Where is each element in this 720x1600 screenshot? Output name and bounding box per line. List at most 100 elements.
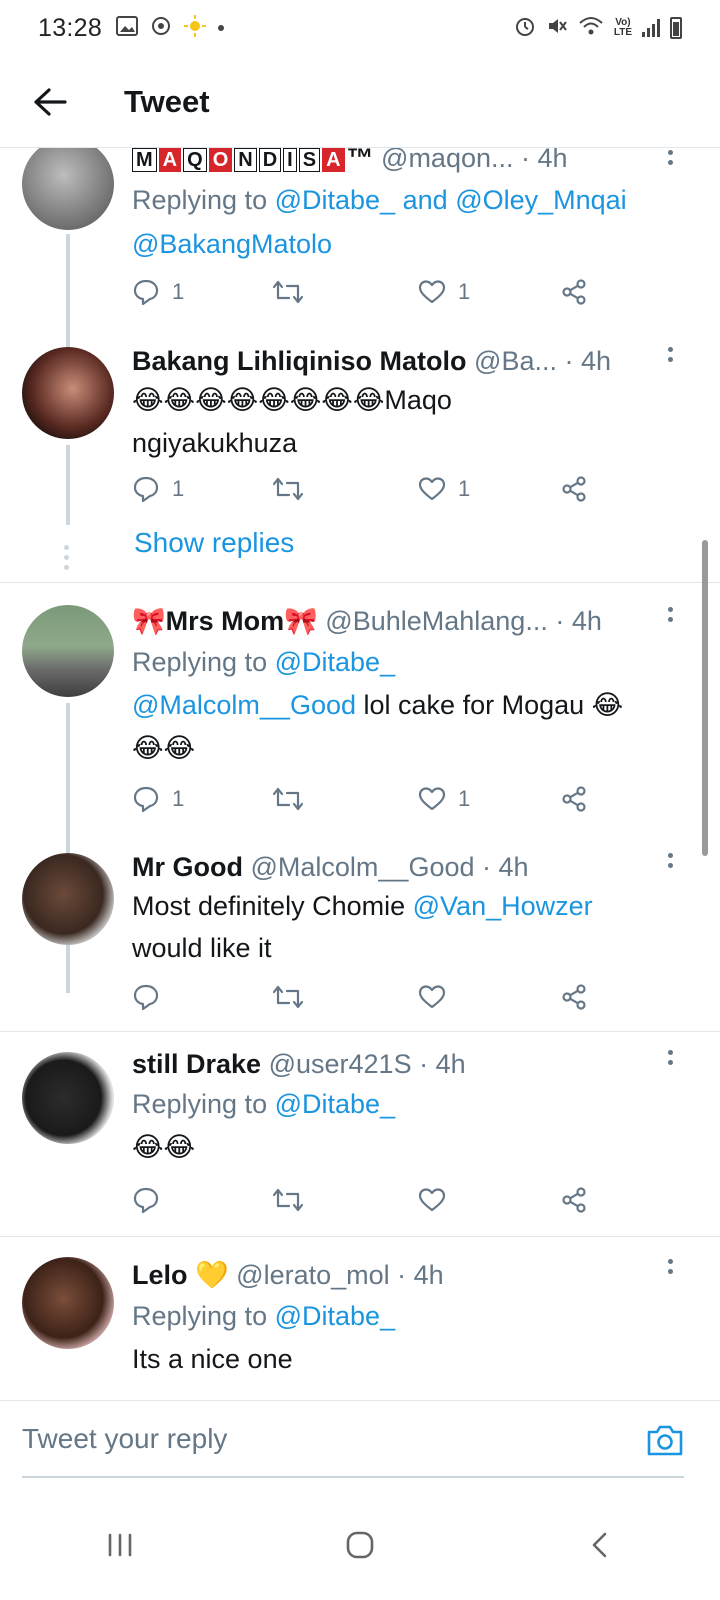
mention-link[interactable]: @BakangMatolo: [132, 229, 332, 259]
heart-icon: [418, 280, 446, 304]
replying-to: Replying to @Ditabe_: [132, 1301, 396, 1331]
share-icon: [562, 984, 586, 1010]
tweet-time: · 4h: [555, 606, 602, 636]
back-button[interactable]: [26, 78, 74, 126]
like-button[interactable]: [418, 983, 446, 1011]
reply-tweet[interactable]: Bakang Lihliqiniso Matolo @Ba... · 4h 😂😂…: [0, 333, 720, 583]
retweet-button[interactable]: [272, 785, 304, 813]
share-button[interactable]: [560, 278, 588, 306]
recent-apps-button[interactable]: [80, 1515, 160, 1575]
scrollbar[interactable]: [702, 540, 708, 856]
replying-to: Replying to @Ditabe_: [132, 647, 396, 677]
page-title: Tweet: [124, 83, 210, 119]
mute-icon: [546, 15, 568, 42]
tweet-time: · 4h: [482, 852, 529, 882]
reply-count: 1: [172, 786, 185, 811]
tweet-handle: @user421S: [268, 1049, 412, 1079]
more-options-button[interactable]: [658, 150, 682, 165]
tweet-time: · 4h: [397, 1260, 444, 1290]
status-time: 13:28: [38, 13, 103, 42]
mention-link[interactable]: @Van_Howzer: [413, 891, 593, 921]
share-icon: [562, 786, 586, 812]
share-icon: [562, 279, 586, 305]
like-button[interactable]: 1: [418, 785, 470, 813]
reply-tweet[interactable]: still Drake @user421S · 4h Replying to @…: [0, 1032, 720, 1236]
more-options-button[interactable]: [658, 853, 682, 868]
reply-button[interactable]: 1: [132, 785, 184, 813]
mention-link[interactable]: @Ditabe_: [275, 1301, 395, 1331]
like-button[interactable]: 1: [418, 278, 470, 306]
share-button[interactable]: [560, 475, 588, 503]
like-button[interactable]: [418, 1186, 446, 1214]
mention-link[interactable]: @Ditabe_: [275, 1089, 395, 1119]
reply-tweet[interactable]: M A Q O N D I S A ™ @maqon... · 4h Replying to @D…: [0, 148, 720, 434]
tweet-time: · 4h: [564, 346, 612, 376]
retweet-button[interactable]: [272, 278, 304, 306]
tweet-author-line: Bakang Lihliqiniso Matolo @Ba... · 4h: [132, 343, 670, 379]
reply-button[interactable]: [132, 1186, 160, 1214]
mention-link[interactable]: @Malcolm__Good: [132, 690, 356, 720]
more-options-button[interactable]: [658, 1050, 682, 1065]
share-button[interactable]: [560, 1186, 588, 1214]
heart-icon: [418, 985, 446, 1009]
tweet-author-line: still Drake @user421S · 4h: [132, 1046, 670, 1082]
reply-button[interactable]: 1: [132, 475, 184, 503]
heart-icon: [418, 787, 446, 811]
share-button[interactable]: [560, 785, 588, 813]
share-icon: [562, 1187, 586, 1213]
reply-input[interactable]: [22, 1423, 622, 1455]
retweet-icon: [272, 280, 304, 304]
tweet-author-line: Mr Good @Malcolm__Good · 4h: [132, 849, 670, 885]
tweet-handle: @BuhleMahlang...: [325, 606, 548, 636]
input-underline: [22, 1476, 684, 1478]
reply-icon: [133, 1187, 159, 1214]
avatar[interactable]: [22, 347, 114, 439]
battery-icon: [670, 17, 682, 39]
tweet-author-name: still Drake: [132, 1049, 262, 1079]
reply-composer: [0, 1400, 720, 1490]
retweet-button[interactable]: [272, 983, 304, 1011]
thread-line: [66, 445, 70, 525]
reply-button[interactable]: [132, 983, 160, 1011]
reply-icon: [133, 786, 159, 813]
reply-tweet[interactable]: 🎀Mrs Mom🎀 @BuhleMahlang... · 4h Replying…: [0, 583, 720, 993]
show-replies-link[interactable]: Show replies: [134, 527, 294, 559]
tweet-feed[interactable]: M A Q O N D I S A ™ @maqon... · 4h Replying to @D…: [0, 148, 720, 1400]
avatar[interactable]: [22, 605, 114, 697]
mention-link[interactable]: @Ditabe_: [275, 647, 395, 677]
share-button[interactable]: [560, 983, 588, 1011]
status-bar: 13:28 Vo) LTE: [0, 0, 720, 56]
reply-count: 1: [172, 476, 185, 501]
lte-icon: Vo) LTE: [613, 17, 632, 38]
tweet-text: Its a nice one: [132, 1344, 293, 1374]
reply-tweet[interactable]: Mr Good @Malcolm__Good · 4h Most definit…: [0, 835, 720, 1031]
mention-link[interactable]: @Oley_Mnqai: [455, 185, 626, 215]
sync-icon: [150, 15, 172, 42]
retweet-icon: [272, 787, 304, 811]
signal-icon: [642, 19, 660, 37]
avatar[interactable]: [22, 853, 114, 945]
like-button[interactable]: 1: [418, 475, 470, 503]
tweet-author-name: Bakang Lihliqiniso Matolo: [132, 346, 467, 376]
avatar[interactable]: [22, 148, 114, 230]
home-button[interactable]: [320, 1515, 400, 1575]
more-options-button[interactable]: [658, 347, 682, 362]
tweet-time: · 4h: [521, 148, 568, 173]
brand-name: MAQONDISA: [132, 148, 347, 173]
sun-icon: [184, 14, 207, 42]
mention-link[interactable]: @Ditabe_: [275, 185, 395, 215]
reply-button[interactable]: 1: [132, 278, 184, 306]
avatar[interactable]: [22, 1052, 114, 1144]
gallery-icon: [116, 15, 139, 41]
retweet-button[interactable]: [272, 475, 304, 503]
reply-tweet[interactable]: Lelo 💛 @lerato_mol · 4h Replying to @Dit…: [0, 1237, 720, 1400]
back-nav-button[interactable]: [560, 1515, 640, 1575]
more-options-button[interactable]: [658, 607, 682, 622]
heart-icon: [418, 477, 446, 501]
more-options-button[interactable]: [658, 1259, 682, 1274]
avatar[interactable]: [22, 1257, 114, 1349]
camera-button[interactable]: [646, 1423, 684, 1462]
reply-icon: [133, 279, 159, 306]
retweet-button[interactable]: [272, 1186, 304, 1214]
like-count: 1: [458, 476, 471, 501]
